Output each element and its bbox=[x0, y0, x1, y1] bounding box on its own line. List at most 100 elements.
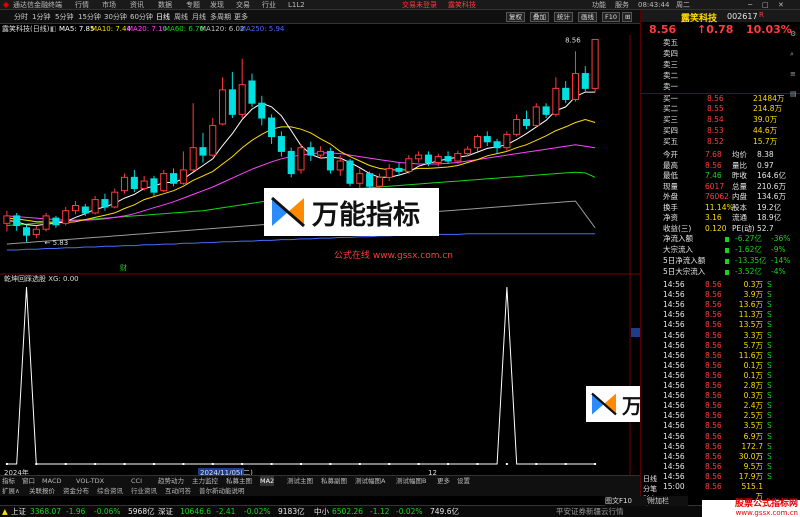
tf-60min[interactable]: 60分钟 bbox=[130, 11, 153, 23]
indicator-tab[interactable]: MA2 bbox=[260, 476, 275, 486]
extension-tab[interactable]: 关联报价 bbox=[29, 486, 55, 496]
extension-tab[interactable]: 普尔新动能说明 bbox=[199, 486, 245, 496]
high-price-label: 8.56 bbox=[565, 36, 581, 44]
indicator-tab[interactable]: 测试幅图B bbox=[396, 476, 426, 486]
stock-badge-icon: R bbox=[759, 11, 764, 19]
extension-tab[interactable]: 行业资讯 bbox=[131, 486, 157, 496]
side-settings-icon[interactable]: ⚙ bbox=[790, 30, 796, 38]
menu-item-function[interactable]: 功能 bbox=[592, 0, 606, 10]
addon-tab[interactable]: 附加栏 bbox=[648, 496, 688, 506]
indicator-dot bbox=[505, 463, 508, 465]
bid-row[interactable]: 买三 8.54 39.0万 bbox=[641, 115, 800, 125]
menu-item-discover[interactable]: 发现 bbox=[210, 0, 224, 10]
fund-flow-value: -13.35亿 bbox=[735, 256, 767, 265]
extension-tab[interactable]: 扩展∧ bbox=[2, 486, 20, 496]
fullscreen-icon[interactable]: ⊞ bbox=[622, 12, 632, 22]
kline-chart[interactable]: 8.508.258.007.757.507.257.006.756.506.25… bbox=[0, 35, 640, 475]
indicator-tab[interactable]: 私募主图 bbox=[226, 476, 252, 486]
menu-item-industry[interactable]: 行业 bbox=[262, 0, 276, 10]
legend-toggle-icon[interactable]: ◧ bbox=[50, 24, 57, 35]
indicator-tab[interactable]: 指标 bbox=[2, 476, 15, 486]
order-book-price: 8.55 bbox=[707, 104, 724, 113]
side-list-icon[interactable]: ≡ bbox=[790, 70, 796, 78]
menu-item-data[interactable]: 数据 bbox=[158, 0, 172, 10]
indicator-dot bbox=[535, 463, 538, 465]
tf-more[interactable]: 更多 bbox=[234, 11, 248, 23]
bid-row[interactable]: 买二 8.55 214.8万 bbox=[641, 104, 800, 114]
order-book-label: 卖三 bbox=[663, 60, 678, 69]
f10-button[interactable]: F10 bbox=[602, 12, 621, 22]
tf-1min[interactable]: 1分钟 bbox=[32, 11, 50, 23]
tick-price: 8.56 bbox=[705, 391, 722, 401]
tf-5min[interactable]: 5分钟 bbox=[55, 11, 73, 23]
side-tab-daily[interactable]: 日线 bbox=[643, 474, 657, 484]
ask-row[interactable]: 卖一 bbox=[641, 82, 800, 92]
indicator-tab[interactable]: 私募副图 bbox=[321, 476, 347, 486]
tick-volume: 3.9万 bbox=[743, 290, 763, 300]
tf-multi[interactable]: 多周期 bbox=[210, 11, 231, 23]
window-minimize-icon[interactable]: ─ bbox=[748, 0, 752, 10]
indicator-dot bbox=[388, 463, 391, 465]
menu-item-service[interactable]: 服务 bbox=[615, 0, 629, 10]
ask-row[interactable]: 卖五 bbox=[641, 38, 800, 48]
extension-tab[interactable]: 综合资讯 bbox=[97, 486, 123, 496]
ask-row[interactable]: 卖二 bbox=[641, 71, 800, 81]
tf-monthly[interactable]: 月线 bbox=[192, 11, 206, 23]
indicator-tab[interactable]: 测试幅图A bbox=[355, 476, 385, 486]
tick-row: 14:56 8.56 2.4万 S bbox=[641, 401, 786, 411]
tick-row: 14:56 8.56 30.0万 S bbox=[641, 452, 786, 462]
shenzhen-change: -2.41 bbox=[216, 507, 236, 516]
stats-button[interactable]: 统计 bbox=[554, 12, 573, 22]
menu-current-stock: 露笑科技 bbox=[448, 1, 476, 9]
tf-15min[interactable]: 15分钟 bbox=[78, 11, 101, 23]
tick-price: 8.56 bbox=[705, 340, 722, 350]
side-search-icon[interactable]: ⌕ bbox=[790, 50, 794, 59]
indicator-tab[interactable]: 更多 bbox=[437, 476, 450, 486]
tick-row: 14:56 8.56 2.5万 S bbox=[641, 411, 786, 421]
menu-item-topics[interactable]: 专题 bbox=[186, 0, 200, 10]
indicator-value-badge bbox=[631, 328, 640, 337]
indicator-tab[interactable]: CCI bbox=[131, 476, 142, 486]
order-book-price: 8.54 bbox=[707, 115, 724, 124]
tf-30min[interactable]: 30分钟 bbox=[104, 11, 127, 23]
window-close-icon[interactable]: ✕ bbox=[778, 0, 784, 10]
side-tab-ticks[interactable]: 分笔 bbox=[643, 484, 657, 494]
overlay-button[interactable]: 叠加 bbox=[530, 12, 549, 22]
indicator-tab[interactable]: 主力监控 bbox=[192, 476, 218, 486]
stock-code: 002617 bbox=[727, 12, 758, 21]
indicator-tab[interactable]: VOL-TDX bbox=[76, 476, 104, 486]
finance-marker[interactable]: 财 bbox=[120, 263, 127, 272]
indicator-dot bbox=[152, 463, 155, 465]
tf-daily[interactable]: 日线 bbox=[156, 11, 170, 23]
menu-item-trade[interactable]: 交易 bbox=[236, 0, 250, 10]
tf-weekly[interactable]: 周线 bbox=[174, 11, 188, 23]
draw-button[interactable]: 画线 bbox=[578, 12, 597, 22]
smallcap-value: 6502.26 bbox=[332, 507, 364, 516]
menu-item-market[interactable]: 市场 bbox=[102, 0, 116, 10]
adjust-button[interactable]: 复权 bbox=[506, 12, 525, 22]
f10-graphic-tab[interactable]: 图文F10 bbox=[605, 496, 647, 506]
extension-tab[interactable]: 资金分布 bbox=[63, 486, 89, 496]
tick-time: 14:56 bbox=[663, 441, 685, 451]
bid-row[interactable]: 买五 8.52 15.7万 bbox=[641, 137, 800, 147]
tf-intraday[interactable]: 分时 bbox=[14, 11, 28, 23]
bid-row[interactable]: 买四 8.53 44.6万 bbox=[641, 126, 800, 136]
ask-row[interactable]: 卖三 bbox=[641, 60, 800, 70]
trade-login-status[interactable]: 交易未登录 bbox=[402, 0, 437, 10]
indicator-tab[interactable]: MACD bbox=[42, 476, 61, 486]
indicator-tab[interactable]: 窗口 bbox=[22, 476, 35, 486]
menu-item-quotes[interactable]: 行情 bbox=[75, 0, 89, 10]
side-chart-icon[interactable]: ▤ bbox=[790, 90, 797, 98]
fund-flow-label: 5日大宗流入 bbox=[663, 267, 706, 276]
indicator-tab[interactable]: 趋势动力 bbox=[158, 476, 184, 486]
bid-row[interactable]: 买一 8.56 21484万 bbox=[641, 93, 800, 103]
indicator-tab[interactable]: 测试主图 bbox=[287, 476, 313, 486]
indicator-tab[interactable]: 设置 bbox=[457, 476, 470, 486]
order-book-volume: 214.8万 bbox=[753, 104, 782, 113]
ask-row[interactable]: 卖四 bbox=[641, 49, 800, 59]
menu-item-l1l2[interactable]: L1L2 bbox=[288, 0, 305, 10]
extension-tab[interactable]: 互动问答 bbox=[165, 486, 191, 496]
menu-item-news[interactable]: 资讯 bbox=[130, 0, 144, 10]
stat-value: 7.68 bbox=[705, 150, 722, 159]
window-maximize-icon[interactable]: □ bbox=[762, 0, 769, 10]
